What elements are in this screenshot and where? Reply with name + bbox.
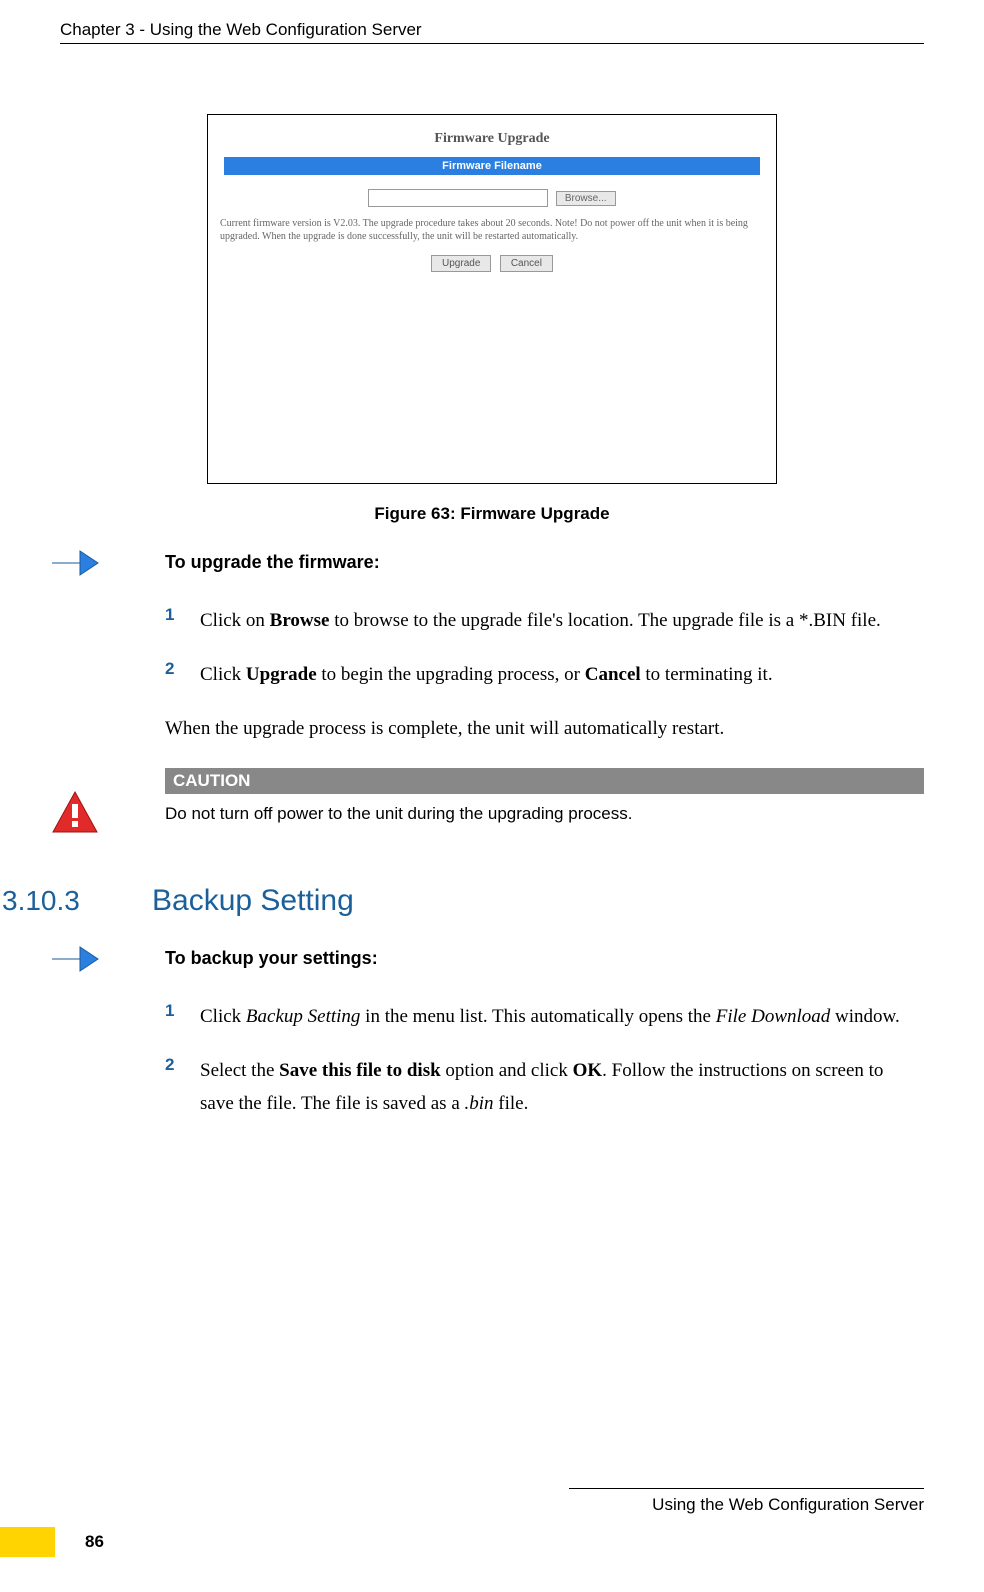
step-text: Click Upgrade to begin the upgrading pro… bbox=[200, 659, 914, 691]
caution-header: CAUTION bbox=[165, 768, 924, 794]
step-number: 2 bbox=[165, 659, 200, 679]
upgrade-button[interactable]: Upgrade bbox=[431, 255, 491, 272]
step-text: Click Backup Setting in the menu list. T… bbox=[200, 1001, 914, 1033]
step-text: Click on Browse to browse to the upgrade… bbox=[200, 605, 914, 637]
step-1: 1 Click on Browse to browse to the upgra… bbox=[165, 605, 914, 637]
cancel-button[interactable]: Cancel bbox=[500, 255, 553, 272]
backup-step-2: 2 Select the Save this file to disk opti… bbox=[165, 1055, 914, 1120]
backup-intro: To backup your settings: bbox=[165, 948, 914, 969]
caution-text: Do not turn off power to the unit during… bbox=[165, 794, 924, 824]
figure-caption: Figure 63: Firmware Upgrade bbox=[60, 504, 924, 524]
step-number: 1 bbox=[165, 605, 200, 625]
backup-step-1: 1 Click Backup Setting in the menu list.… bbox=[165, 1001, 914, 1033]
file-input[interactable] bbox=[368, 189, 548, 207]
arrow-icon bbox=[50, 942, 100, 977]
section-heading: 3.10.3 Backup Setting bbox=[2, 884, 924, 918]
upgrade-intro: To upgrade the firmware: bbox=[165, 552, 914, 573]
page-footer: Using the Web Configuration Server 86 bbox=[0, 1488, 924, 1557]
section-number: 3.10.3 bbox=[2, 885, 122, 917]
step-text: Select the Save this file to disk option… bbox=[200, 1055, 914, 1120]
firmware-screenshot: Firmware Upgrade Firmware Filename Brows… bbox=[207, 114, 777, 484]
screenshot-title: Firmware Upgrade bbox=[216, 131, 768, 147]
header-text: Chapter 3 - Using the Web Configuration … bbox=[60, 20, 422, 39]
arrow-icon bbox=[50, 546, 100, 581]
footer-text: Using the Web Configuration Server bbox=[0, 1495, 924, 1515]
step-2: 2 Click Upgrade to begin the upgrading p… bbox=[165, 659, 914, 691]
section-title: Backup Setting bbox=[152, 884, 354, 918]
screenshot-bar-label: Firmware Filename bbox=[224, 157, 760, 175]
screenshot-note: Current firmware version is V2.03. The u… bbox=[216, 217, 768, 243]
browse-button[interactable]: Browse... bbox=[556, 191, 616, 206]
step-number: 1 bbox=[165, 1001, 200, 1021]
yellow-bar bbox=[0, 1527, 55, 1557]
upgrade-complete-text: When the upgrade process is complete, th… bbox=[165, 714, 914, 744]
page-number: 86 bbox=[85, 1532, 104, 1552]
caution-block: CAUTION Do not turn off power to the uni… bbox=[165, 768, 924, 824]
screenshot-input-row: Browse... bbox=[216, 189, 768, 207]
page-header: Chapter 3 - Using the Web Configuration … bbox=[60, 20, 924, 44]
caution-icon bbox=[50, 790, 100, 835]
step-number: 2 bbox=[165, 1055, 200, 1075]
